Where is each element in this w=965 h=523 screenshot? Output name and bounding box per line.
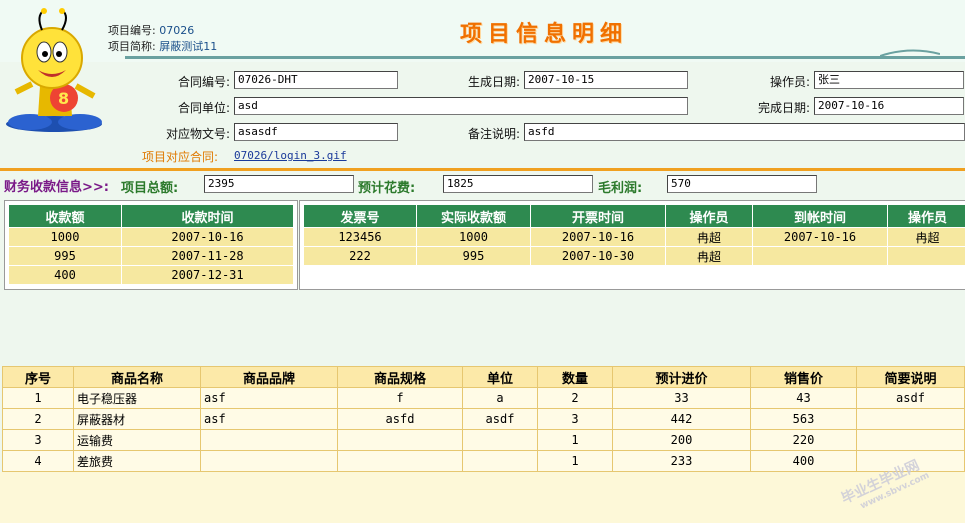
goods-header-spec: 商品规格	[337, 366, 463, 388]
contract-file-link[interactable]: 07026/login_3.gif	[234, 149, 347, 162]
table-row: 2 屏蔽器材 asf asfd asdf 3 442 563	[2, 408, 965, 430]
goods-header-desc: 简要说明	[856, 366, 965, 388]
contract-unit-label: 合同单位:	[177, 101, 230, 115]
table-row: 4 差旅费 1 233 400	[2, 450, 965, 472]
invoices-table: 发票号 实际收款额 开票时间 操作员 到帐时间 操作员 123456 1000 …	[303, 204, 965, 266]
invoice-header-no: 发票号	[303, 204, 417, 228]
table-row: 222 995 2007-10-30 冉超	[303, 246, 965, 266]
project-no-value: 07026	[159, 24, 195, 37]
table-row: 400 2007-12-31	[8, 265, 294, 285]
goods-header-unit: 单位	[462, 366, 538, 388]
doc-no-field[interactable]: asasdf	[234, 123, 398, 141]
project-name-value: 屏蔽测试11	[159, 40, 218, 53]
goods-header-cost: 预计进价	[612, 366, 751, 388]
goods-table: 序号 商品名称 商品品牌 商品规格 单位 数量 预计进价 销售价 简要说明 1 …	[2, 366, 965, 472]
table-row: 1000 2007-10-16	[8, 227, 294, 247]
finish-date-field[interactable]: 2007-10-16	[814, 97, 964, 115]
bottom-area	[0, 472, 965, 523]
invoices-panel: 发票号 实际收款额 开票时间 操作员 到帐时间 操作员 123456 1000 …	[299, 200, 965, 290]
section-divider	[0, 168, 965, 171]
gen-date-field[interactable]: 2007-10-15	[524, 71, 688, 89]
header-swoosh	[880, 49, 940, 57]
contract-unit-field[interactable]: asd	[234, 97, 688, 115]
table-row: 123456 1000 2007-10-16 冉超 2007-10-16 冉超	[303, 227, 965, 247]
receipts-table: 收款额 收款时间 1000 2007-10-16 995 2007-11-28 40…	[8, 204, 294, 285]
goods-header-qty: 数量	[537, 366, 613, 388]
contract-no-label: 合同编号:	[177, 75, 230, 89]
receipts-header-time: 收款时间	[121, 204, 294, 228]
bee-mascot-icon: 8	[6, 8, 102, 132]
total-label: 项目总额:	[121, 181, 179, 196]
est-cost-field[interactable]: 1825	[443, 175, 593, 193]
invoice-header-operator: 操作员	[665, 204, 753, 228]
invoice-header-amount: 实际收款额	[416, 204, 531, 228]
svg-text:8: 8	[58, 89, 69, 108]
doc-no-label: 对应物文号:	[165, 127, 230, 141]
header-divider	[125, 56, 965, 59]
table-row: 995 2007-11-28	[8, 246, 294, 266]
profit-field[interactable]: 570	[667, 175, 817, 193]
total-field[interactable]: 2395	[204, 175, 354, 193]
goods-header-name: 商品名称	[73, 366, 201, 388]
goods-header-index: 序号	[2, 366, 74, 388]
finance-section-label: 财务收款信息>>:	[4, 180, 109, 195]
invoice-header-operator2: 操作员	[887, 204, 965, 228]
profit-label: 毛利润:	[598, 181, 643, 196]
contract-no-field[interactable]: 07026-DHT	[234, 71, 398, 89]
goods-header-price: 销售价	[750, 366, 857, 388]
remark-field[interactable]: asfd	[524, 123, 965, 141]
project-no: 项目编号: 07026	[108, 24, 195, 37]
receipts-header-amount: 收款额	[8, 204, 122, 228]
invoice-header-time: 开票时间	[530, 204, 666, 228]
gen-date-label: 生成日期:	[467, 75, 520, 89]
operator-label: 操作员:	[769, 75, 810, 89]
est-cost-label: 预计花费:	[358, 181, 416, 196]
receipts-panel: 收款额 收款时间 1000 2007-10-16 995 2007-11-28 40…	[4, 200, 298, 290]
remark-label: 备注说明:	[467, 127, 520, 141]
project-name: 项目简称: 屏蔽测试11	[108, 40, 218, 53]
table-row: 3 运输费 1 200 220	[2, 429, 965, 451]
page-title: 项目信息明细	[460, 21, 629, 47]
goods-header-brand: 商品品牌	[200, 366, 338, 388]
operator-field[interactable]: 张三	[814, 71, 964, 89]
table-row: 1 电子稳压器 asf f a 2 33 43 asdf	[2, 387, 965, 409]
finish-date-label: 完成日期:	[757, 101, 810, 115]
invoice-header-arrival: 到帐时间	[752, 204, 888, 228]
contract-file-label: 项目对应合同:	[141, 150, 218, 164]
